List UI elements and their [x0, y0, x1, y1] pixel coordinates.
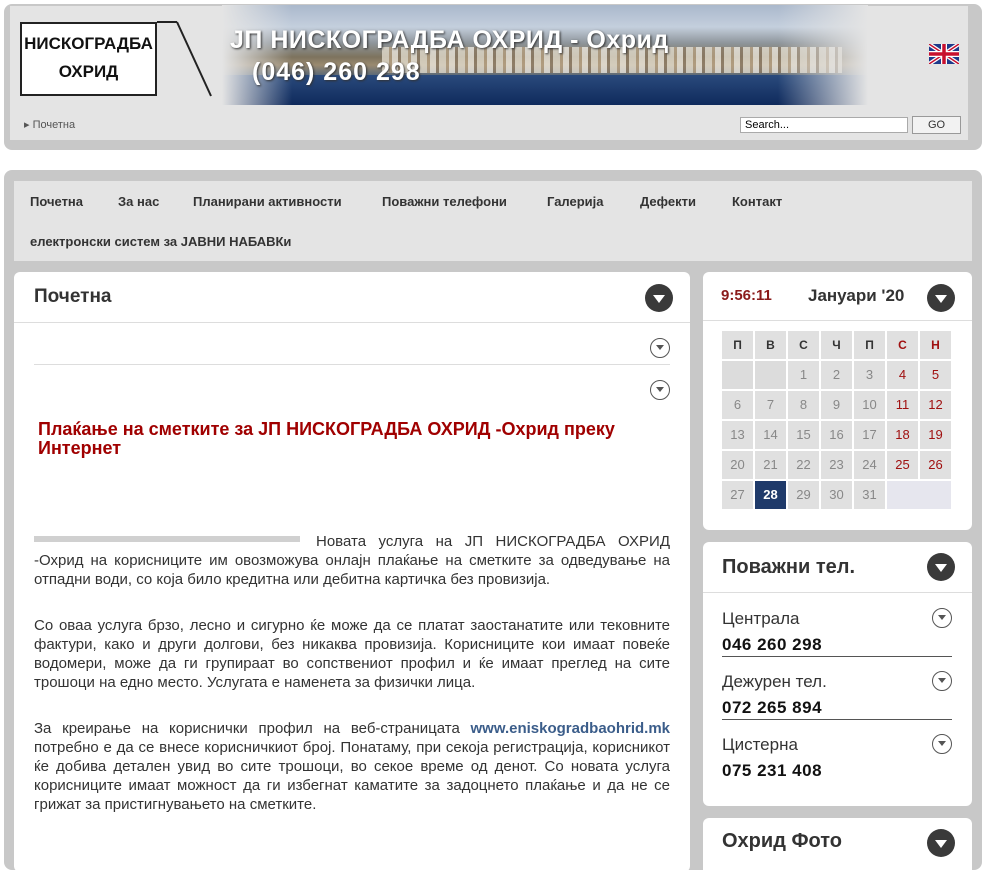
calendar-empty-cell [755, 361, 786, 389]
calendar-weekday: Ч [821, 331, 852, 359]
calendar-day[interactable]: 11 [887, 391, 918, 419]
header-banner-image [222, 5, 868, 105]
logo-diagonal-mark [157, 21, 212, 97]
calendar-day[interactable]: 21 [755, 451, 786, 479]
phone-label-duty: Дежурен тел. [722, 672, 827, 691]
calendar-day[interactable]: 27 [722, 481, 753, 509]
divider [703, 592, 972, 593]
article-paragraph-1: Новата услуга на ЈП НИСКОГРАДБА ОХРИД -О… [34, 533, 670, 588]
calendar-empty-cell [722, 361, 753, 389]
divider [722, 656, 952, 657]
nav-item-home[interactable]: Почетна [30, 194, 83, 209]
banner-fade-right [778, 5, 868, 105]
calendar-day[interactable]: 10 [854, 391, 885, 419]
breadcrumb: ▸ Почетна [24, 118, 75, 131]
calendar-day[interactable]: 7 [755, 391, 786, 419]
phone-label-tanker: Цистерна [722, 735, 798, 754]
nav-item-contact[interactable]: Контакт [732, 194, 782, 209]
website-link[interactable]: www.eniskogradbaohrid.mk [471, 720, 670, 737]
article-headline: Плаќање на сметките за ЈП НИСКОГРАДБА ОХ… [38, 419, 615, 458]
calendar-day[interactable]: 23 [821, 451, 852, 479]
calendar-day[interactable]: 26 [920, 451, 951, 479]
calendar-month: Јануари '20 [808, 286, 905, 305]
calendar-collapse-icon[interactable] [927, 284, 955, 312]
divider [703, 320, 972, 321]
nav-item-planned-activities[interactable]: Планирани активности [193, 194, 342, 209]
calendar-day[interactable]: 6 [722, 391, 753, 419]
photo-collapse-icon[interactable] [927, 829, 955, 857]
clock: 9:56:11 [721, 287, 772, 304]
nav-item-public-procurement[interactable]: електронски систем за ЈАВНИ НАБАВКи [30, 234, 291, 249]
logo[interactable]: НИСКОГРАДБА ОХРИД [20, 22, 157, 96]
breadcrumb-item-home[interactable]: Почетна [33, 119, 76, 131]
article-paragraph-3: За креирање на кориснички профил на веб-… [34, 719, 670, 814]
calendar-day[interactable]: 28 [755, 481, 786, 509]
nav-item-defects[interactable]: Дефекти [640, 194, 696, 209]
calendar-day[interactable]: 12 [920, 391, 951, 419]
banner-phone: (046) 260 298 [252, 58, 421, 86]
calendar-weekday: Н [920, 331, 951, 359]
calendar-day[interactable]: 31 [854, 481, 885, 509]
calendar-day[interactable]: 17 [854, 421, 885, 449]
calendar-weekday: С [887, 331, 918, 359]
phone-label-central: Централа [722, 609, 800, 628]
calendar-weekday: П [854, 331, 885, 359]
nav-item-about[interactable]: За нас [118, 194, 159, 209]
search-input[interactable] [740, 117, 908, 133]
paragraph-3-suffix: потребно е да се внесе корисничкиот број… [34, 739, 670, 813]
photo-title: Охрид Фото [722, 830, 842, 852]
calendar-grid: П В С Ч П С Н 1 2 3 4 5 6 7 8 9 10 11 12 13 14 15 16 17 18 19 20 21… [722, 331, 952, 511]
calendar-day[interactable]: 16 [821, 421, 852, 449]
page-title: Почетна [34, 286, 112, 307]
expand-chevron-icon[interactable] [932, 671, 952, 691]
calendar-day[interactable]: 3 [854, 361, 885, 389]
calendar-day[interactable]: 30 [821, 481, 852, 509]
collapse-chevron-icon[interactable] [645, 284, 673, 312]
breadcrumb-arrow-icon: ▸ [24, 119, 30, 131]
calendar-day[interactable]: 24 [854, 451, 885, 479]
calendar-day[interactable]: 20 [722, 451, 753, 479]
calendar-empty-cell [887, 481, 951, 509]
divider [34, 364, 670, 365]
banner-fade-left [222, 5, 292, 105]
main-nav [14, 181, 972, 261]
phone-number-central[interactable]: 046 260 298 [722, 635, 822, 655]
phones-collapse-icon[interactable] [927, 553, 955, 581]
calendar-weekday: С [788, 331, 819, 359]
calendar-day[interactable]: 4 [887, 361, 918, 389]
phones-title: Поважни тел. [722, 556, 856, 578]
calendar-weekday: В [755, 331, 786, 359]
calendar-day[interactable]: 25 [887, 451, 918, 479]
article-paragraph-2: Со оваа услуга брзо, лесно и сигурно ќе … [34, 617, 670, 691]
paragraph-3-prefix: За креирање на кориснички профил на веб-… [34, 720, 460, 737]
calendar-weekday: П [722, 331, 753, 359]
calendar-day[interactable]: 9 [821, 391, 852, 419]
uk-flag-icon[interactable] [929, 44, 959, 64]
logo-line1: НИСКОГРАДБА [24, 34, 153, 53]
calendar-day[interactable]: 5 [920, 361, 951, 389]
calendar-day[interactable]: 13 [722, 421, 753, 449]
calendar-day[interactable]: 18 [887, 421, 918, 449]
calendar-day[interactable]: 1 [788, 361, 819, 389]
calendar-day[interactable]: 8 [788, 391, 819, 419]
divider [722, 719, 952, 720]
nav-item-gallery[interactable]: Галерија [547, 194, 604, 209]
nav-item-important-phones[interactable]: Поважни телефони [382, 194, 507, 209]
phone-number-duty[interactable]: 072 265 894 [722, 698, 822, 718]
calendar-day[interactable]: 19 [920, 421, 951, 449]
phone-number-tanker[interactable]: 075 231 408 [722, 761, 822, 781]
divider [14, 322, 690, 323]
logo-line2: ОХРИД [58, 62, 119, 81]
banner-title: ЈП НИСКОГРАДБА ОХРИД - Охрид [230, 26, 669, 54]
calendar-day[interactable]: 2 [821, 361, 852, 389]
calendar-day[interactable]: 29 [788, 481, 819, 509]
expand-chevron-icon[interactable] [932, 608, 952, 628]
calendar-day[interactable]: 15 [788, 421, 819, 449]
expand-chevron-icon[interactable] [650, 338, 670, 358]
search-go-button[interactable]: GO [912, 116, 961, 134]
calendar-day[interactable]: 22 [788, 451, 819, 479]
expand-chevron-icon[interactable] [932, 734, 952, 754]
calendar-day[interactable]: 14 [755, 421, 786, 449]
expand-chevron-icon[interactable] [650, 380, 670, 400]
